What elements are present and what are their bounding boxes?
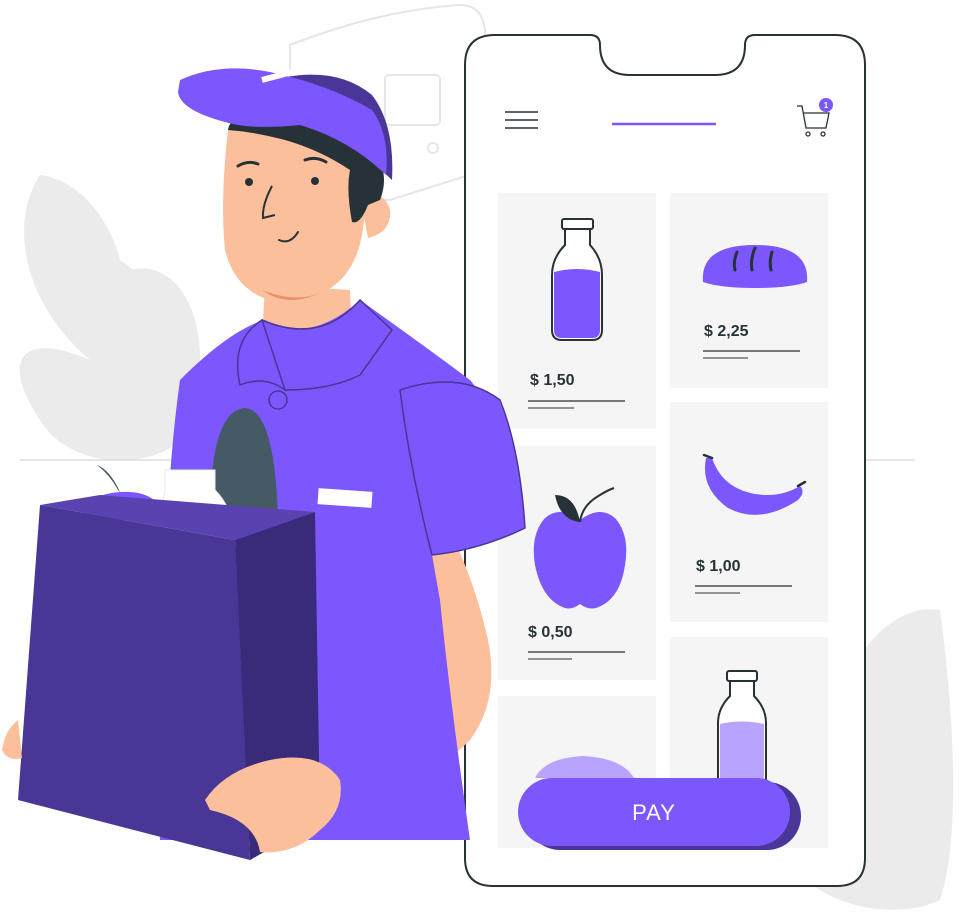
product-price: $ 1,00: [696, 558, 741, 575]
product-card-bread[interactable]: $ 2,25: [670, 193, 828, 388]
delivery-man: [2, 68, 526, 860]
product-card-milk[interactable]: $ 1,50: [498, 193, 656, 429]
hand-left: [2, 720, 22, 759]
product-price: $ 1,50: [530, 372, 575, 389]
product-price: $ 2,25: [704, 323, 749, 340]
background-leaf-left: [19, 175, 200, 461]
cart-badge-count: 1: [824, 101, 829, 110]
eye-left: [245, 178, 253, 186]
delivery-illustration: 1 $ 1,50 $ 2,25 $ 0,50 $ 1,00 PAY: [2, 3, 954, 910]
phone: 1 $ 1,50 $ 2,25 $ 0,50 $ 1,00 PAY: [464, 34, 866, 887]
pay-button[interactable]: PAY: [518, 778, 801, 850]
apple-leaf: [97, 465, 120, 492]
product-price: $ 0,50: [528, 624, 573, 641]
shirt-button: [268, 390, 288, 410]
pay-button-label: PAY: [632, 800, 676, 825]
product-card-banana[interactable]: $ 1,00: [670, 402, 828, 622]
eye-right: [311, 177, 319, 185]
product-card-apple[interactable]: $ 0,50: [498, 446, 656, 680]
